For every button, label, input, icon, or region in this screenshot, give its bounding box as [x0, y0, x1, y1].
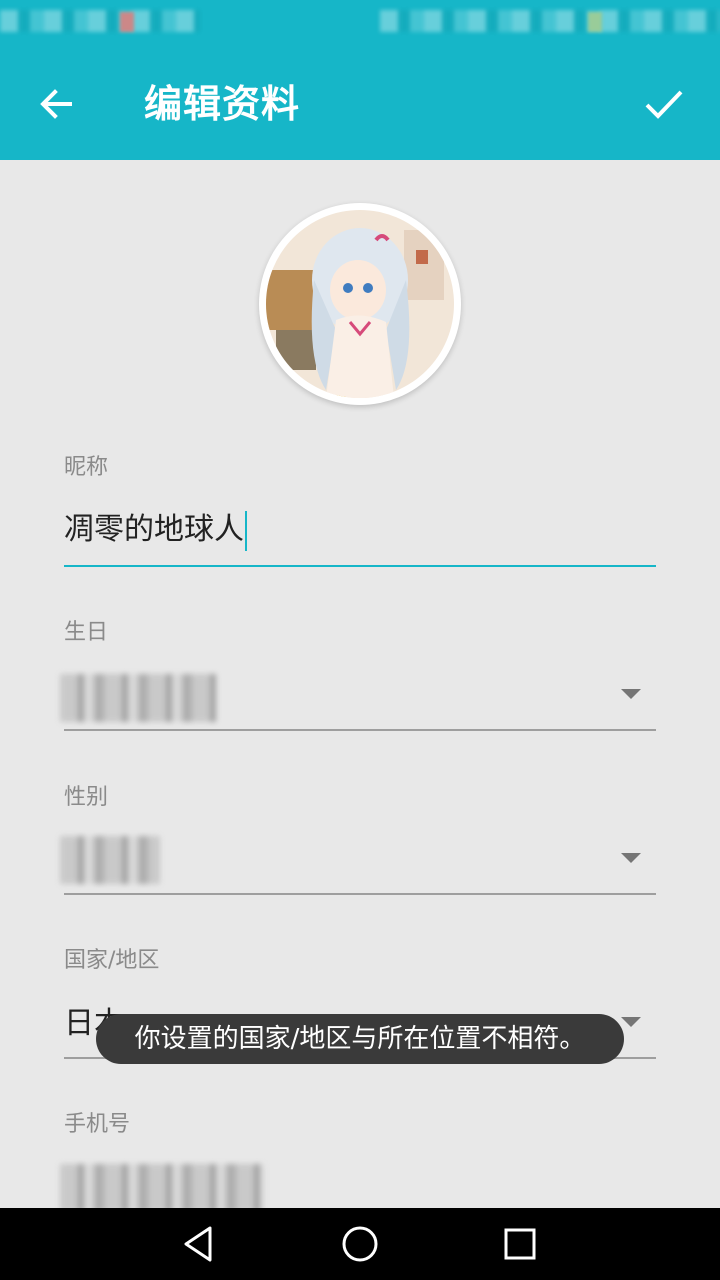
check-icon [645, 90, 683, 119]
square-recents-icon [504, 1228, 536, 1260]
country-label: 国家/地区 [64, 948, 160, 973]
toast-message: 你设置的国家/地区与所在位置不相符。 [96, 1014, 624, 1064]
avatar[interactable] [259, 203, 461, 405]
status-bar [0, 0, 720, 48]
nav-back-button[interactable] [164, 1220, 236, 1268]
status-bar-blurred-dot [588, 12, 602, 32]
country-dropdown-arrow-icon[interactable] [621, 1017, 641, 1027]
toolbar: 编辑资料 [0, 48, 720, 160]
birthday-dropdown-arrow-icon[interactable] [621, 689, 641, 699]
avatar-image [266, 210, 454, 398]
nickname-label: 昵称 [64, 455, 109, 480]
nickname-underline [64, 565, 656, 567]
phone-value-redacted[interactable] [60, 1164, 264, 1212]
nav-recents-button[interactable] [484, 1220, 556, 1268]
status-bar-blurred-dot [120, 12, 134, 32]
triangle-back-icon [184, 1226, 212, 1262]
circle-home-icon [342, 1226, 378, 1262]
navigation-bar [0, 1208, 720, 1280]
phone-label: 手机号 [64, 1112, 131, 1137]
arrow-left-icon [40, 89, 72, 119]
gender-underline [64, 893, 656, 895]
nav-home-button[interactable] [324, 1220, 396, 1268]
birthday-underline [64, 729, 656, 731]
gender-dropdown-arrow-icon[interactable] [621, 853, 641, 863]
status-bar-blurred-right [380, 10, 720, 32]
status-bar-blurred-left [0, 10, 200, 32]
confirm-button[interactable] [632, 76, 696, 132]
nickname-input[interactable]: 凋零的地球人 [64, 508, 247, 552]
nickname-value: 凋零的地球人 [64, 512, 244, 547]
birthday-label: 生日 [64, 620, 109, 645]
text-caret [245, 510, 247, 551]
birthday-value-redacted[interactable] [60, 674, 216, 722]
page-title: 编辑资料 [144, 82, 301, 126]
gender-label: 性别 [64, 785, 109, 810]
gender-value-redacted[interactable] [60, 836, 160, 884]
back-button[interactable] [24, 76, 88, 132]
